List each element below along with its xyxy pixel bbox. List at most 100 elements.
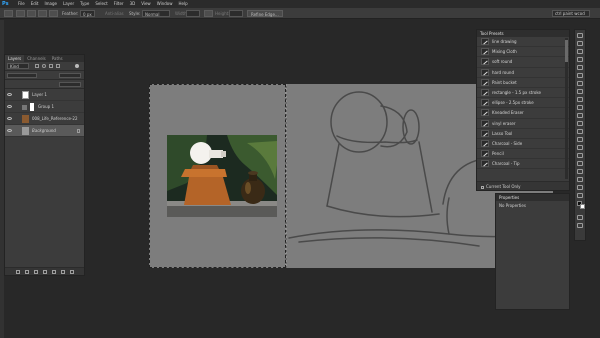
refine-edge-button[interactable]: Refine Edge... bbox=[247, 10, 283, 17]
tab-paths[interactable]: Paths bbox=[49, 55, 66, 62]
current-tool-only-checkbox[interactable] bbox=[481, 185, 484, 189]
scrollbar-thumb[interactable] bbox=[565, 40, 568, 62]
feather-input[interactable]: 0 px bbox=[80, 10, 95, 17]
shape-tool-icon[interactable] bbox=[577, 169, 583, 174]
filter-pixel-icon[interactable] bbox=[35, 64, 39, 68]
add-mask-icon[interactable] bbox=[33, 269, 38, 274]
crop-tool-icon[interactable] bbox=[577, 65, 583, 70]
marquee-tool-icon[interactable] bbox=[4, 10, 13, 17]
visibility-eye-icon[interactable] bbox=[7, 105, 12, 108]
menu-select[interactable]: Select bbox=[92, 0, 110, 8]
type-tool-icon[interactable] bbox=[577, 153, 583, 158]
brush-icon bbox=[481, 38, 489, 46]
preset-item[interactable]: hard round bbox=[477, 68, 569, 78]
screen-mode-icon[interactable] bbox=[577, 223, 583, 228]
preset-item[interactable]: rectangle - 1.5 px stroke bbox=[477, 88, 569, 99]
preset-item[interactable]: Mixing Cloth bbox=[477, 47, 569, 58]
preset-item[interactable]: Pencil bbox=[477, 149, 569, 160]
move-tool-icon[interactable] bbox=[577, 33, 583, 38]
path-select-tool-icon[interactable] bbox=[577, 161, 583, 166]
preset-item[interactable]: Charcoal - Tip bbox=[477, 159, 569, 170]
lasso-tool-icon[interactable] bbox=[577, 49, 583, 54]
preset-item[interactable]: vinyl eraser bbox=[477, 119, 569, 129]
menu-help[interactable]: Help bbox=[175, 0, 190, 8]
presets-scrollbar[interactable] bbox=[565, 38, 568, 179]
filter-shape-icon[interactable] bbox=[56, 64, 60, 68]
menu-type[interactable]: Type bbox=[77, 0, 92, 8]
tab-layers[interactable]: Layers bbox=[5, 55, 25, 62]
style-select[interactable]: Normal bbox=[142, 10, 170, 17]
hand-tool-icon[interactable] bbox=[577, 177, 583, 182]
new-selection-icon[interactable] bbox=[16, 10, 25, 17]
adjustment-layer-icon[interactable] bbox=[42, 269, 47, 274]
preset-item[interactable]: soft round bbox=[477, 57, 569, 68]
background-color-swatch[interactable] bbox=[580, 204, 585, 209]
layer-row[interactable]: Group 1 bbox=[5, 101, 84, 113]
filter-kind-select[interactable]: Kind bbox=[7, 63, 29, 69]
visibility-eye-icon[interactable] bbox=[7, 129, 12, 132]
preset-label: Mixing Cloth bbox=[492, 49, 517, 55]
visibility-eye-icon[interactable] bbox=[7, 117, 12, 120]
layer-style-icon[interactable] bbox=[24, 269, 29, 274]
trash-icon[interactable] bbox=[69, 269, 74, 274]
menu-edit[interactable]: Edit bbox=[28, 0, 42, 8]
brush-tool-icon[interactable] bbox=[577, 89, 583, 94]
preset-item[interactable]: Charcoal - Side bbox=[477, 139, 569, 150]
preset-label: vinyl eraser bbox=[492, 120, 516, 126]
filter-toggle-icon[interactable] bbox=[75, 64, 79, 68]
eyedropper-tool-icon[interactable] bbox=[577, 73, 583, 78]
preset-item[interactable]: ellipse - 2.5px stroke bbox=[477, 98, 569, 109]
filter-type-icon[interactable] bbox=[49, 64, 53, 68]
healing-tool-icon[interactable] bbox=[577, 81, 583, 86]
layers-panel-tabs: Layers Channels Paths bbox=[5, 55, 84, 62]
preset-item[interactable]: Lasso Tool bbox=[477, 129, 569, 139]
tab-channels[interactable]: Channels bbox=[24, 55, 49, 62]
new-layer-icon[interactable] bbox=[60, 269, 65, 274]
current-tool-only-label: Current Tool Only bbox=[486, 184, 521, 189]
preset-item[interactable]: Paint bucket bbox=[477, 78, 569, 88]
height-input[interactable] bbox=[229, 10, 243, 17]
preset-item[interactable]: line drawing bbox=[477, 37, 569, 48]
layer-row[interactable]: 008_Life_Reference-22 bbox=[5, 113, 84, 125]
anti-alias-checkbox[interactable]: Anti-alias bbox=[105, 10, 124, 17]
opacity-input[interactable] bbox=[59, 73, 81, 78]
preset-item[interactable]: Kneaded Eraser bbox=[477, 108, 569, 119]
menu-filter[interactable]: Filter bbox=[111, 0, 127, 8]
menu-layer[interactable]: Layer bbox=[60, 0, 77, 8]
marquee-tool-icon[interactable] bbox=[577, 41, 583, 46]
intersect-selection-icon[interactable] bbox=[49, 10, 58, 17]
gradient-tool-icon[interactable] bbox=[577, 121, 583, 126]
quick-select-tool-icon[interactable] bbox=[577, 57, 583, 62]
swap-dimensions-icon[interactable] bbox=[204, 10, 213, 17]
layer-row[interactable]: Layer 1 bbox=[5, 89, 84, 101]
menu-view[interactable]: View bbox=[138, 0, 154, 8]
menu-file[interactable]: File bbox=[15, 0, 28, 8]
layers-panel: Layers Channels Paths Kind Layer 1 Group… bbox=[4, 54, 85, 276]
menu-3d[interactable]: 3D bbox=[127, 0, 139, 8]
width-input[interactable] bbox=[186, 10, 200, 17]
history-brush-tool-icon[interactable] bbox=[577, 105, 583, 110]
filter-adjustment-icon[interactable] bbox=[42, 64, 46, 68]
subtract-selection-icon[interactable] bbox=[38, 10, 47, 17]
quick-mask-icon[interactable] bbox=[577, 215, 583, 220]
workspace-switcher[interactable]: ctrl paint wcod bbox=[552, 10, 590, 17]
layer-row[interactable]: Background bbox=[5, 125, 84, 137]
clone-stamp-tool-icon[interactable] bbox=[577, 97, 583, 102]
visibility-eye-icon[interactable] bbox=[7, 93, 12, 96]
photoshop-logo[interactable]: Ps bbox=[2, 1, 12, 8]
add-selection-icon[interactable] bbox=[27, 10, 36, 17]
link-layers-icon[interactable] bbox=[15, 269, 20, 274]
dodge-tool-icon[interactable] bbox=[577, 137, 583, 142]
blend-mode-select[interactable] bbox=[7, 73, 37, 78]
blur-tool-icon[interactable] bbox=[577, 129, 583, 134]
fill-input[interactable] bbox=[59, 82, 81, 87]
menu-window[interactable]: Window bbox=[154, 0, 176, 8]
new-group-icon[interactable] bbox=[51, 269, 56, 274]
pen-tool-icon[interactable] bbox=[577, 145, 583, 150]
menu-image[interactable]: Image bbox=[41, 0, 60, 8]
color-swatches bbox=[575, 198, 585, 212]
options-bar: Feather: 0 px Anti-alias Style: Normal W… bbox=[0, 8, 600, 19]
zoom-tool-icon[interactable] bbox=[577, 185, 583, 190]
properties-title: Properties bbox=[496, 194, 569, 201]
eraser-tool-icon[interactable] bbox=[577, 113, 583, 118]
